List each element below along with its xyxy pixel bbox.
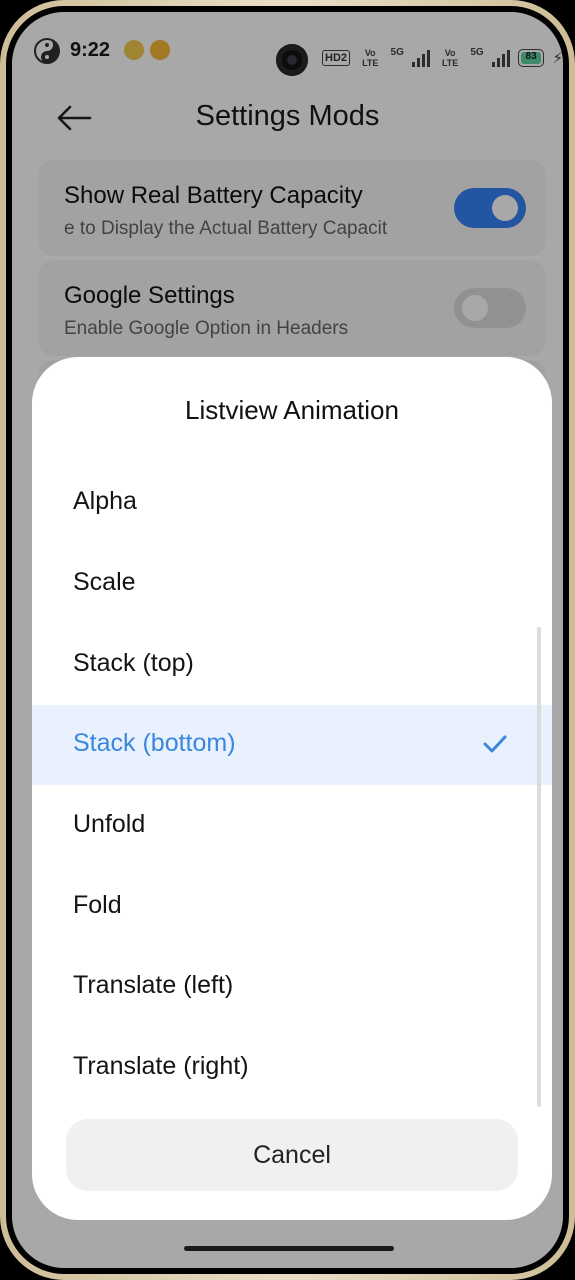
option-label: Unfold [73,810,146,838]
checkmark-icon [483,735,507,753]
dialog-title: Listview Animation [185,395,399,425]
option-label: Translate (left) [73,971,234,999]
listview-animation-dialog: Listview Animation Alpha Scale Stack (to… [32,357,552,1220]
option-stack-bottom[interactable]: Stack (bottom) [32,705,552,785]
option-translate-right[interactable]: Translate (right) [32,1028,552,1108]
option-unfold[interactable]: Unfold [32,786,552,866]
option-fold[interactable]: Fold [32,867,552,947]
option-label: Alpha [73,487,137,515]
phone-bezel: 9:22 HD2 Vo LTE 5G Vo LTE 5G 83 ⚡︎ Setti… [6,6,569,1274]
option-stack-top[interactable]: Stack (top) [32,625,552,705]
option-label: Scale [73,568,136,596]
option-label: Stack (bottom) [73,729,236,757]
phone-frame: 9:22 HD2 Vo LTE 5G Vo LTE 5G 83 ⚡︎ Setti… [0,0,575,1280]
app-screen: 9:22 HD2 Vo LTE 5G Vo LTE 5G 83 ⚡︎ Setti… [12,12,563,1268]
cancel-button[interactable]: Cancel [66,1119,518,1191]
option-label: Translate (right) [73,1052,249,1080]
list-scrollbar[interactable] [537,627,541,1107]
option-alpha[interactable]: Alpha [32,463,552,543]
option-label: Stack (top) [73,649,194,677]
option-scale[interactable]: Scale [32,544,552,624]
option-translate-left[interactable]: Translate (left) [32,947,552,1027]
home-indicator[interactable] [184,1246,394,1251]
option-label: Fold [73,891,122,919]
